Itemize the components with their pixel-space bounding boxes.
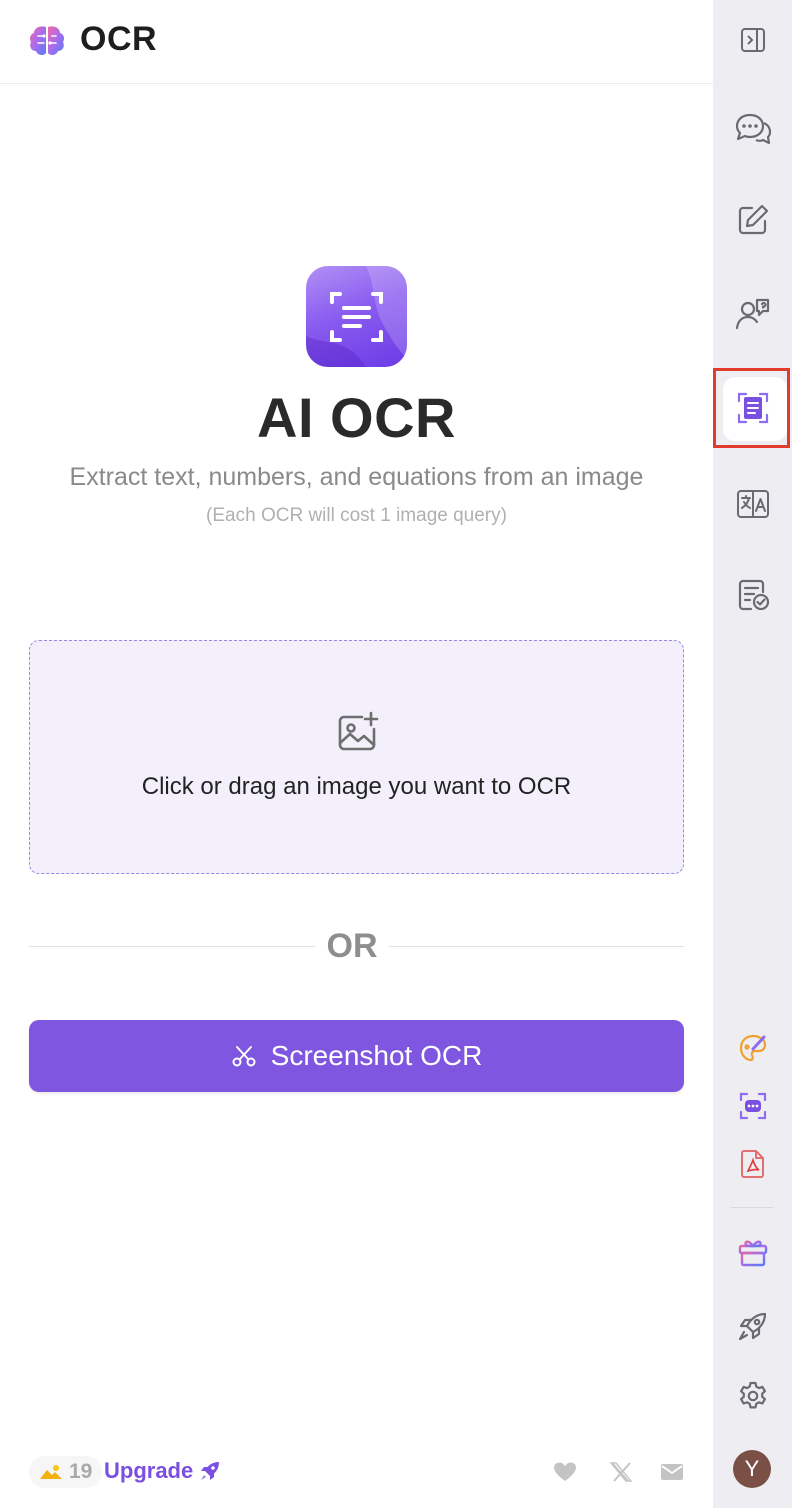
ask-people-icon[interactable] (733, 294, 773, 334)
rocket-icon[interactable] (733, 1306, 773, 1346)
brain-logo-icon (30, 26, 64, 56)
edit-icon[interactable] (733, 200, 773, 240)
pdf-icon[interactable] (733, 1144, 773, 1184)
or-divider: OR (29, 925, 684, 969)
image-dropzone[interactable]: Click or drag an image you want to OCR (29, 640, 684, 874)
page-title: AI OCR (257, 386, 456, 449)
screenshot-ocr-button[interactable]: Screenshot OCR (29, 1020, 684, 1092)
settings-icon[interactable] (733, 1376, 773, 1416)
gift-icon[interactable] (733, 1232, 773, 1272)
heart-icon[interactable] (552, 1460, 578, 1484)
checklist-icon[interactable] (733, 575, 773, 615)
image-credits-badge[interactable]: 19 (29, 1456, 103, 1488)
sidebar-toggle-icon[interactable] (733, 20, 773, 60)
dropzone-label: Click or drag an image you want to OCR (141, 773, 572, 800)
ocr-icon[interactable] (733, 388, 773, 428)
x-logo-icon[interactable] (608, 1460, 634, 1484)
image-credit-icon (40, 1465, 62, 1479)
divider-line-left (29, 946, 315, 947)
avatar[interactable]: Y (733, 1450, 771, 1488)
ocr-scan-icon (306, 266, 407, 367)
page-subtitle: Extract text, numbers, and equations fro… (69, 463, 644, 491)
screen-chat-icon[interactable] (733, 1086, 773, 1126)
translate-icon[interactable] (733, 484, 773, 524)
chat-icon[interactable] (733, 109, 773, 149)
main-panel: OCR AI OCR Extract text, numbers, and eq… (0, 0, 713, 1508)
divider-line-right (389, 946, 684, 947)
upgrade-label: Upgrade (104, 1458, 194, 1483)
right-sidebar: Y (713, 0, 792, 1508)
or-label: OR (326, 927, 378, 965)
mail-icon[interactable] (659, 1460, 685, 1484)
image-add-icon (338, 711, 379, 751)
rocket-icon (201, 1462, 220, 1480)
sidebar-divider (731, 1207, 773, 1208)
app-title: OCR (80, 20, 158, 58)
footer: 19 Upgrade (0, 1448, 713, 1496)
cost-note: (Each OCR will cost 1 image query) (206, 505, 507, 526)
header: OCR (0, 0, 713, 84)
screenshot-ocr-label: Screenshot OCR (270, 1040, 483, 1071)
credits-count: 19 (69, 1460, 93, 1483)
scissors-icon (232, 1046, 256, 1067)
upgrade-link[interactable]: Upgrade (104, 1458, 221, 1484)
paint-icon[interactable] (733, 1028, 773, 1068)
